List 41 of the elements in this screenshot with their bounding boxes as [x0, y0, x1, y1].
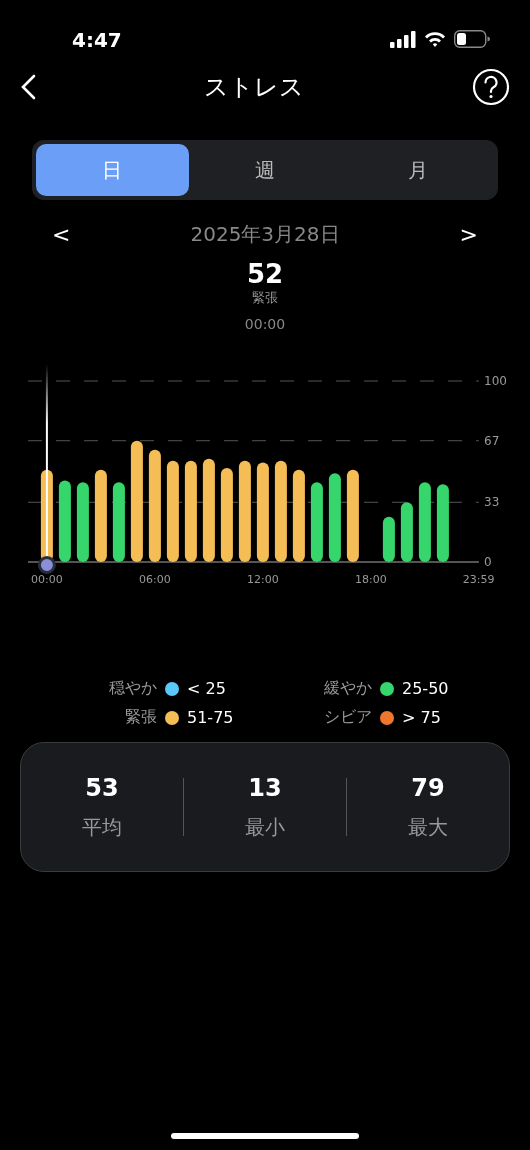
legend-label: 穏やか [108, 678, 157, 699]
axis-label: 12:00 [247, 573, 279, 586]
reading-time: 00:00 [244, 316, 286, 332]
date-label: 2025年3月28日 [190, 220, 340, 248]
period-tab[interactable]: 月 [341, 144, 494, 196]
axis-label: 18:00 [355, 573, 387, 586]
axis-label: 23:59 [462, 573, 495, 586]
wifi-icon [424, 31, 446, 47]
legend-label: 緩やか [323, 678, 372, 699]
axis-label: 33 [484, 495, 500, 510]
legend-label: シビア [323, 707, 372, 728]
back-button[interactable] [20, 74, 36, 100]
page-title: ストレス [204, 72, 304, 103]
cursor-handle [37, 556, 56, 574]
period-tab[interactable]: 週 [188, 144, 342, 196]
stat-label: 最大 [408, 813, 448, 841]
axis-label: 00:00 [31, 573, 63, 586]
next-day-button[interactable]: > [455, 221, 482, 247]
signal-icon [390, 30, 416, 48]
axis-label: 100 [484, 374, 507, 388]
status-time: 4:47 [72, 28, 122, 52]
stat-value: 13 [248, 773, 282, 802]
stress-value: 52 [246, 258, 284, 290]
stress-state: 緊張 [252, 290, 278, 306]
legend-label: 緊張 [124, 707, 157, 728]
legend-range: > 75 [402, 708, 441, 727]
bar [400, 502, 413, 562]
help-button[interactable] [472, 68, 510, 106]
axis-label: 0 [484, 555, 492, 569]
stat-label: 平均 [82, 813, 122, 841]
legend-range: 25-50 [402, 679, 449, 698]
bar [382, 516, 395, 562]
stat-value: 79 [411, 773, 445, 802]
battery-icon [454, 30, 490, 48]
legend-range: 51-75 [187, 708, 234, 727]
stat-value: 53 [85, 773, 119, 802]
stat-label: 最小 [245, 813, 285, 841]
previous-day-button[interactable]: < [48, 221, 75, 247]
axis-label: 06:00 [139, 573, 171, 586]
legend-range: < 25 [187, 679, 226, 698]
axis-label: 67 [484, 433, 500, 448]
